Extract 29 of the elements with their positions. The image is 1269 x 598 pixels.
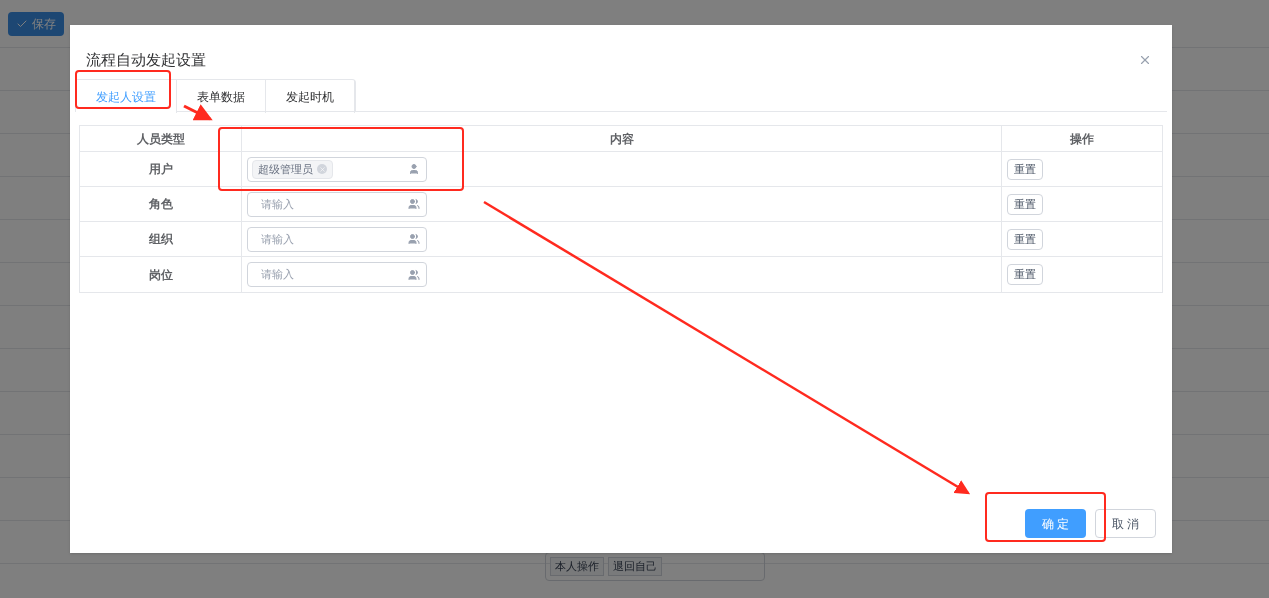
- users-icon: [408, 198, 420, 210]
- table-cell: 角色: [80, 187, 242, 221]
- close-icon[interactable]: [1138, 53, 1152, 67]
- dialog-title: 流程自动发起设置: [86, 49, 206, 70]
- tag: 本人操作: [550, 557, 604, 576]
- reset-button[interactable]: 重置: [1007, 264, 1043, 285]
- tab[interactable]: 表单数据: [177, 80, 266, 113]
- clear-icon[interactable]: [317, 164, 327, 174]
- placeholder-text: 请输入: [260, 196, 294, 212]
- tag: 超级管理员: [252, 159, 333, 179]
- column-header: 操作: [1069, 130, 1095, 148]
- users-icon: [408, 268, 420, 281]
- column-header: 内容: [242, 126, 1002, 151]
- placeholder-text: 请输入: [260, 231, 294, 247]
- table-cell: 用户: [80, 152, 242, 186]
- user-icon: [408, 163, 420, 175]
- table-cell: 岗位: [80, 257, 242, 292]
- cancel-button[interactable]: 取 消: [1095, 509, 1156, 538]
- column-header: 人员类型: [80, 126, 242, 151]
- reset-button[interactable]: 重置: [1007, 158, 1043, 180]
- tag: 退回自己: [608, 557, 662, 576]
- table-cell: 组织: [80, 222, 242, 256]
- tab[interactable]: 发起时机: [266, 80, 355, 113]
- input-field[interactable]: 超级管理员: [247, 156, 427, 182]
- annotation-arrow: [183, 104, 213, 121]
- users-icon: [408, 233, 420, 245]
- reset-button[interactable]: 重置: [1007, 228, 1043, 250]
- reset-button[interactable]: 重置: [1007, 193, 1043, 215]
- placeholder-text: 请输入: [260, 267, 294, 283]
